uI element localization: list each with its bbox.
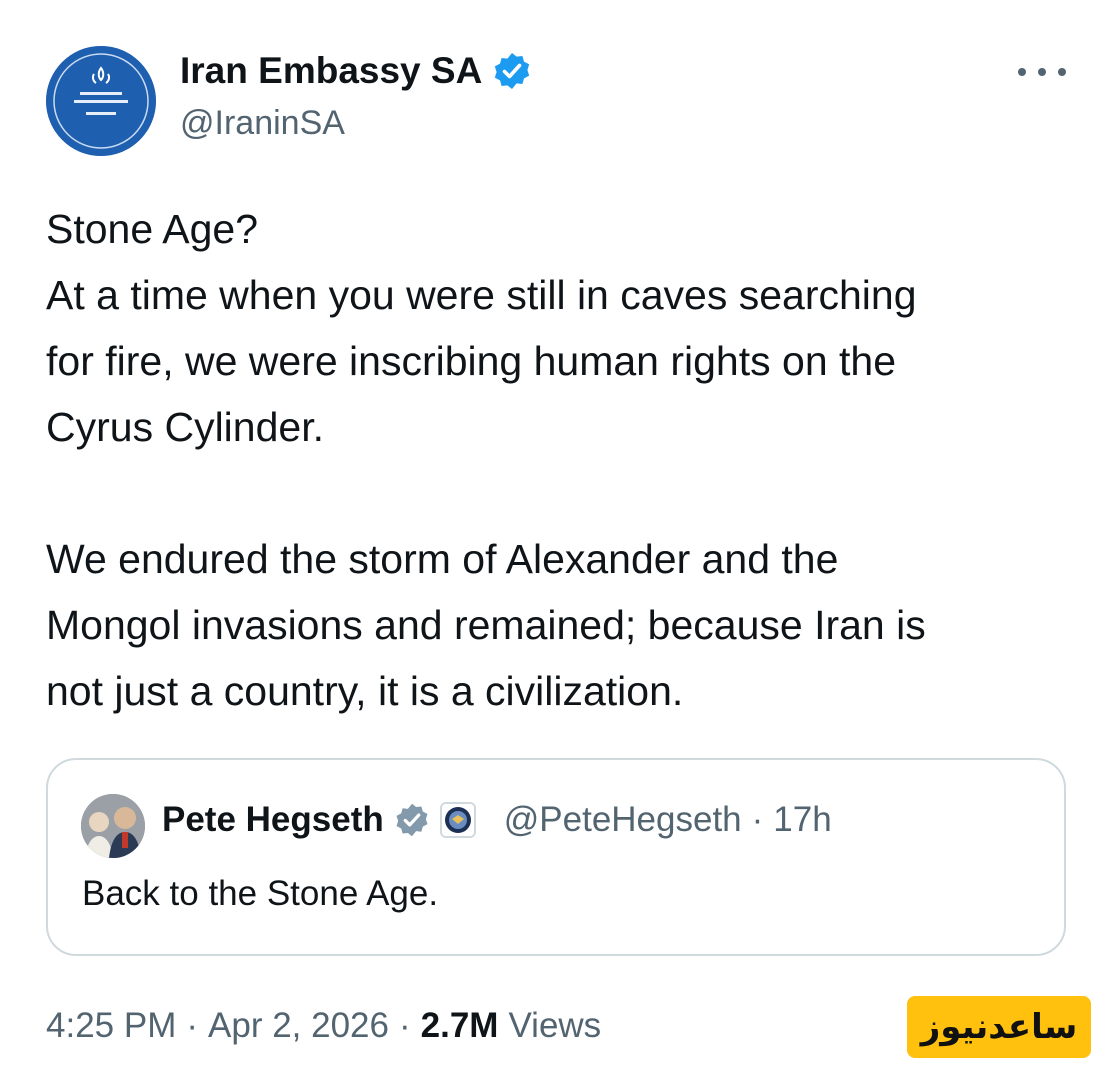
watermark-logo: ساعدنیوز	[907, 996, 1091, 1058]
dot	[1018, 68, 1026, 76]
body-line: Mongol invasions and remained; because I…	[46, 602, 926, 648]
quoted-display-name[interactable]: Pete Hegseth	[162, 800, 384, 840]
footer-separator: ·	[398, 1006, 411, 1045]
body-line: not just a country, it is a civilization…	[46, 668, 684, 714]
person-photo-icon	[81, 794, 145, 858]
body-line: Stone Age?	[46, 206, 259, 252]
author-handle[interactable]: @IraninSA	[180, 104, 345, 143]
footer-separator: ·	[186, 1006, 199, 1045]
post-date[interactable]: Apr 2, 2026	[208, 1006, 389, 1046]
author-avatar[interactable]	[46, 46, 156, 156]
quoted-post-card[interactable]: Pete Hegseth @PeteHegseth · 17h Back to …	[46, 758, 1066, 956]
verified-gray-badge-icon[interactable]	[394, 802, 430, 838]
body-line: At a time when you were still in caves s…	[46, 272, 917, 318]
tweet: Iran Embassy SA @IraninSA Stone Age? At …	[0, 0, 1114, 1080]
watermark-text: ساعدنیوز	[920, 1007, 1078, 1047]
dot	[1038, 68, 1046, 76]
verified-badge-icon[interactable]	[492, 51, 532, 91]
views-count[interactable]: 2.7M	[421, 1006, 499, 1046]
dot	[1058, 68, 1066, 76]
body-line: We endured the storm of Alexander and th…	[46, 536, 839, 582]
views-label: Views	[508, 1006, 602, 1045]
more-dots-icon[interactable]	[1018, 60, 1066, 84]
embassy-emblem-icon	[46, 46, 156, 156]
quoted-author-avatar[interactable]	[81, 794, 145, 858]
quoted-separator: ·	[751, 800, 764, 839]
author-display-name[interactable]: Iran Embassy SA	[180, 50, 482, 92]
post-time[interactable]: 4:25 PM	[46, 1006, 176, 1046]
body-line: for fire, we were inscribing human right…	[46, 338, 897, 384]
quoted-handle[interactable]: @PeteHegseth	[504, 800, 742, 840]
tweet-footer: 4:25 PM · Apr 2, 2026 · 2.7M Views	[46, 1006, 601, 1046]
tweet-body: Stone Age? At a time when you were still…	[46, 196, 1076, 724]
body-line: Cyrus Cylinder.	[46, 404, 324, 450]
quoted-age[interactable]: 17h	[773, 800, 831, 840]
quoted-header: Pete Hegseth @PeteHegseth · 17h	[162, 800, 832, 840]
author-name-row[interactable]: Iran Embassy SA	[180, 50, 532, 92]
quoted-text: Back to the Stone Age.	[82, 874, 439, 913]
department-of-defense-seal-icon[interactable]	[439, 802, 476, 838]
